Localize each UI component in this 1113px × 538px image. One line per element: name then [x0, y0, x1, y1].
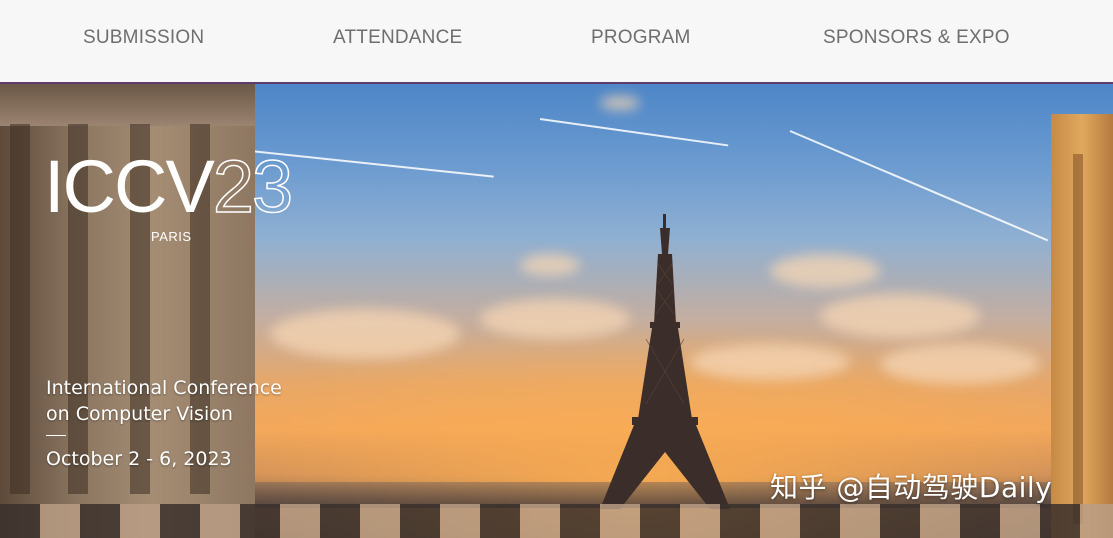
nav-attendance[interactable]: ATTENDANCE — [333, 27, 462, 49]
nav-submission[interactable]: SUBMISSION — [83, 27, 204, 49]
cloud — [880, 344, 1040, 384]
conference-date: October 2 - 6, 2023 — [46, 448, 232, 470]
building-cornice — [0, 84, 255, 126]
logo-year-text: 23 — [212, 145, 294, 228]
conference-name-line2: on Computer Vision — [46, 403, 233, 425]
logo-main-text: ICCV — [44, 145, 215, 228]
conference-name: International Conference on Computer Vis… — [46, 375, 316, 427]
zhihu-watermark: 知乎 @自动驾驶Daily — [770, 471, 1053, 504]
contrail — [539, 118, 729, 147]
top-navigation: SUBMISSION ATTENDANCE PROGRAM SPONSORS &… — [0, 0, 1113, 84]
building-column — [10, 124, 30, 494]
eiffel-tower-icon — [600, 214, 730, 509]
conference-name-line1: International Conference — [46, 377, 282, 399]
cloud — [770, 254, 880, 288]
plaza-ground — [0, 504, 1113, 538]
divider — [46, 435, 66, 436]
contrail — [789, 130, 1049, 242]
iccv-logo[interactable]: ICCV23 — [44, 149, 294, 225]
cloud — [520, 254, 580, 276]
nav-program[interactable]: PROGRAM — [591, 27, 691, 49]
cloud — [270, 309, 460, 359]
building-right — [1051, 114, 1113, 538]
cloud — [820, 294, 980, 338]
building-column — [1073, 154, 1083, 524]
cloud — [600, 96, 640, 110]
logo-city: PARIS — [151, 229, 192, 244]
nav-sponsors-expo[interactable]: SPONSORS & EXPO — [823, 27, 1010, 49]
